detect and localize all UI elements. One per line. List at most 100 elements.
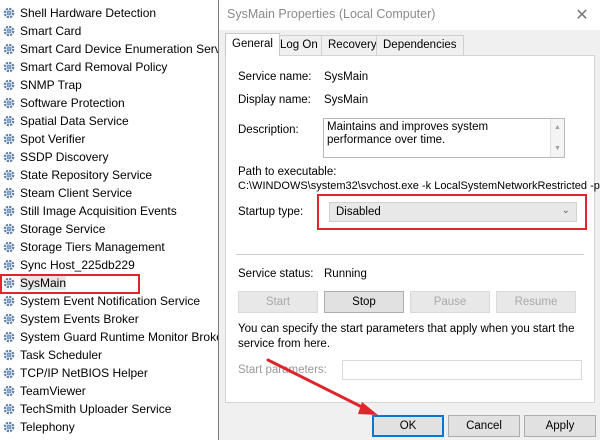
service-gear-icon [2, 222, 16, 236]
service-gear-icon [2, 420, 16, 434]
service-name: State Repository Service [20, 168, 153, 182]
apply-button[interactable]: Apply [524, 415, 596, 437]
close-button[interactable]: ✕ [571, 4, 593, 26]
service-name: Smart Card Device Enumeration Service [20, 42, 218, 56]
service-name: SNMP Trap [20, 78, 82, 92]
service-name: System Event Notification Service [20, 294, 201, 308]
service-gear-icon [2, 150, 16, 164]
service-name: System Guard Runtime Monitor Broker [20, 330, 218, 344]
service-list-item[interactable]: Still Image Acquisition Events [2, 202, 177, 220]
service-list-item[interactable]: Shell Hardware Detection [2, 4, 156, 22]
service-list-item[interactable]: SNMP Trap [2, 76, 82, 94]
service-list-item[interactable]: TCP/IP NetBIOS Helper [2, 364, 148, 382]
service-gear-icon [2, 42, 16, 56]
service-gear-icon [2, 330, 16, 344]
service-list-item[interactable]: System Events Broker [2, 310, 139, 328]
service-list-item[interactable]: State Repository Service [2, 166, 152, 184]
scroll-down-icon[interactable]: ▼ [554, 142, 561, 155]
service-list-item[interactable]: Storage Tiers Management [2, 238, 165, 256]
service-name: Task Scheduler [20, 348, 103, 362]
service-name: SSDP Discovery [20, 150, 109, 164]
description-text: Maintains and improves system performanc… [327, 121, 489, 146]
service-list-item[interactable]: System Guard Runtime Monitor Broker [2, 328, 218, 346]
path-value: C:\WINDOWS\system32\svchost.exe -k Local… [238, 180, 600, 192]
service-gear-icon [2, 240, 16, 254]
service-list-item[interactable]: Task Scheduler [2, 346, 102, 364]
service-gear-icon [2, 312, 16, 326]
description-scrollbar[interactable]: ▲ ▼ [550, 119, 564, 157]
pause-button[interactable]: Pause [410, 291, 490, 313]
service-list-item[interactable]: Spatial Data Service [2, 112, 129, 130]
general-tab-panel: Service name: SysMain Display name: SysM… [225, 55, 600, 403]
service-gear-icon [2, 96, 16, 110]
service-gear-icon [2, 204, 16, 218]
ok-button[interactable]: OK [372, 415, 444, 437]
service-name: TechSmith Uploader Service [20, 402, 172, 416]
service-name: Spot Verifier [20, 132, 86, 146]
service-name: System Events Broker [20, 312, 139, 326]
service-list-item[interactable]: Steam Client Service [2, 184, 132, 202]
service-gear-icon [2, 78, 16, 92]
scroll-up-icon[interactable]: ▲ [554, 121, 561, 134]
service-gear-icon [2, 402, 16, 416]
start-params-label: Start parameters: [238, 364, 327, 376]
description-label: Description: [238, 124, 299, 136]
start-button[interactable]: Start [238, 291, 318, 313]
service-gear-icon [2, 6, 16, 20]
service-name: Storage Service [20, 222, 106, 236]
service-name: Shell Hardware Detection [20, 6, 157, 20]
service-name: Sync Host_225db229 [20, 258, 135, 272]
service-status-value: Running [324, 268, 367, 280]
service-name: Storage Tiers Management [20, 240, 165, 254]
cancel-button[interactable]: Cancel [448, 415, 520, 437]
service-list-item[interactable]: System Event Notification Service [2, 292, 200, 310]
service-list-item[interactable]: SSDP Discovery [2, 148, 108, 166]
properties-dialog: SysMain Properties (Local Computer) ✕ Ge… [218, 0, 600, 440]
tab-recovery[interactable]: Recovery [321, 35, 384, 55]
section-divider [236, 254, 584, 255]
service-gear-icon [2, 132, 16, 146]
service-list-item[interactable]: Telephony [2, 418, 75, 436]
dialog-title: SysMain Properties (Local Computer) [227, 7, 436, 21]
description-box[interactable]: Maintains and improves system performanc… [323, 118, 565, 158]
service-list-item[interactable]: Sync Host_225db229 [2, 256, 135, 274]
service-name: TeamViewer [20, 384, 86, 398]
service-list-item[interactable]: Software Protection [2, 94, 125, 112]
service-list-item[interactable]: Smart Card Device Enumeration Service [2, 40, 218, 58]
display-name-value: SysMain [324, 94, 369, 106]
service-name-value: SysMain [324, 71, 369, 83]
tab-general[interactable]: General [225, 33, 280, 56]
service-gear-icon [2, 114, 16, 128]
service-name: Still Image Acquisition Events [20, 204, 177, 218]
sysmain-highlight-box [0, 274, 140, 294]
service-status-label: Service status: [238, 268, 314, 280]
service-gear-icon [2, 168, 16, 182]
service-gear-icon [2, 348, 16, 362]
service-gear-icon [2, 186, 16, 200]
service-list-item[interactable]: Spot Verifier [2, 130, 85, 148]
service-list-item[interactable]: Smart Card Removal Policy [2, 58, 167, 76]
service-gear-icon [2, 258, 16, 272]
display-name-label: Display name: [238, 94, 311, 106]
tab-dependencies[interactable]: Dependencies [376, 35, 464, 55]
service-list-item[interactable]: TeamViewer [2, 382, 86, 400]
service-gear-icon [2, 60, 16, 74]
service-name: Smart Card Removal Policy [20, 60, 168, 74]
startup-type-label: Startup type: [238, 206, 304, 218]
service-list-item[interactable]: Smart Card [2, 22, 81, 40]
service-name: TCP/IP NetBIOS Helper [20, 366, 148, 380]
service-list-item[interactable]: Storage Service [2, 220, 105, 238]
service-name: Telephony [20, 420, 75, 434]
service-name: Spatial Data Service [20, 114, 129, 128]
startup-type-highlight-box [317, 194, 587, 230]
resume-button[interactable]: Resume [496, 291, 576, 313]
service-list-item[interactable]: TechSmith Uploader Service [2, 400, 171, 418]
dialog-titlebar: SysMain Properties (Local Computer) ✕ [219, 0, 600, 30]
service-gear-icon [2, 384, 16, 398]
start-params-input[interactable] [342, 360, 582, 380]
service-name: Smart Card [20, 24, 82, 38]
services-list[interactable]: Shell Hardware Detection Smart Card Smart … [0, 0, 218, 440]
tab-log-on[interactable]: Log On [273, 35, 325, 55]
service-name: Software Protection [20, 96, 125, 110]
stop-button[interactable]: Stop [324, 291, 404, 313]
